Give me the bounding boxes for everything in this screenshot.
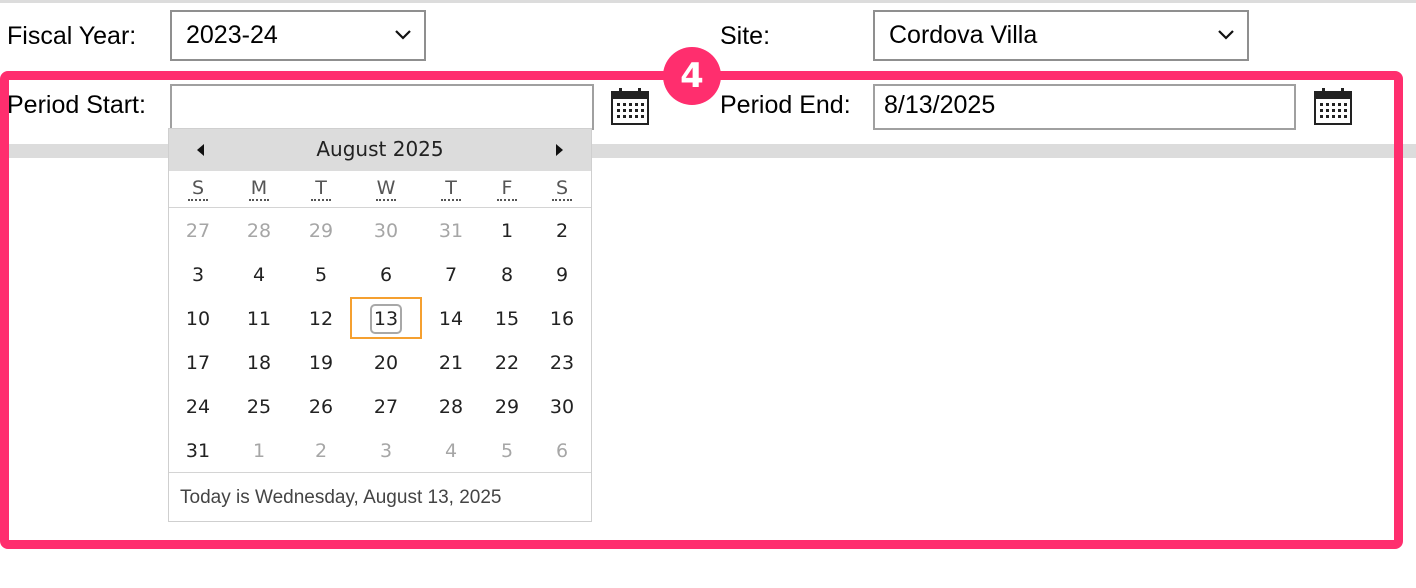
fiscal-year-value: 2023-24 <box>186 21 278 49</box>
fiscal-year-label: Fiscal Year: <box>7 22 137 50</box>
annotation-highlight-box <box>0 71 1403 549</box>
top-border <box>0 0 1416 3</box>
site-select[interactable]: Cordova Villa <box>873 10 1249 61</box>
chevron-down-icon <box>395 30 411 40</box>
fiscal-year-select[interactable]: 2023-24 <box>170 10 426 61</box>
site-label: Site: <box>720 22 771 50</box>
site-value: Cordova Villa <box>889 21 1038 49</box>
chevron-down-icon <box>1218 30 1234 40</box>
annotation-badge: 4 <box>663 47 721 105</box>
